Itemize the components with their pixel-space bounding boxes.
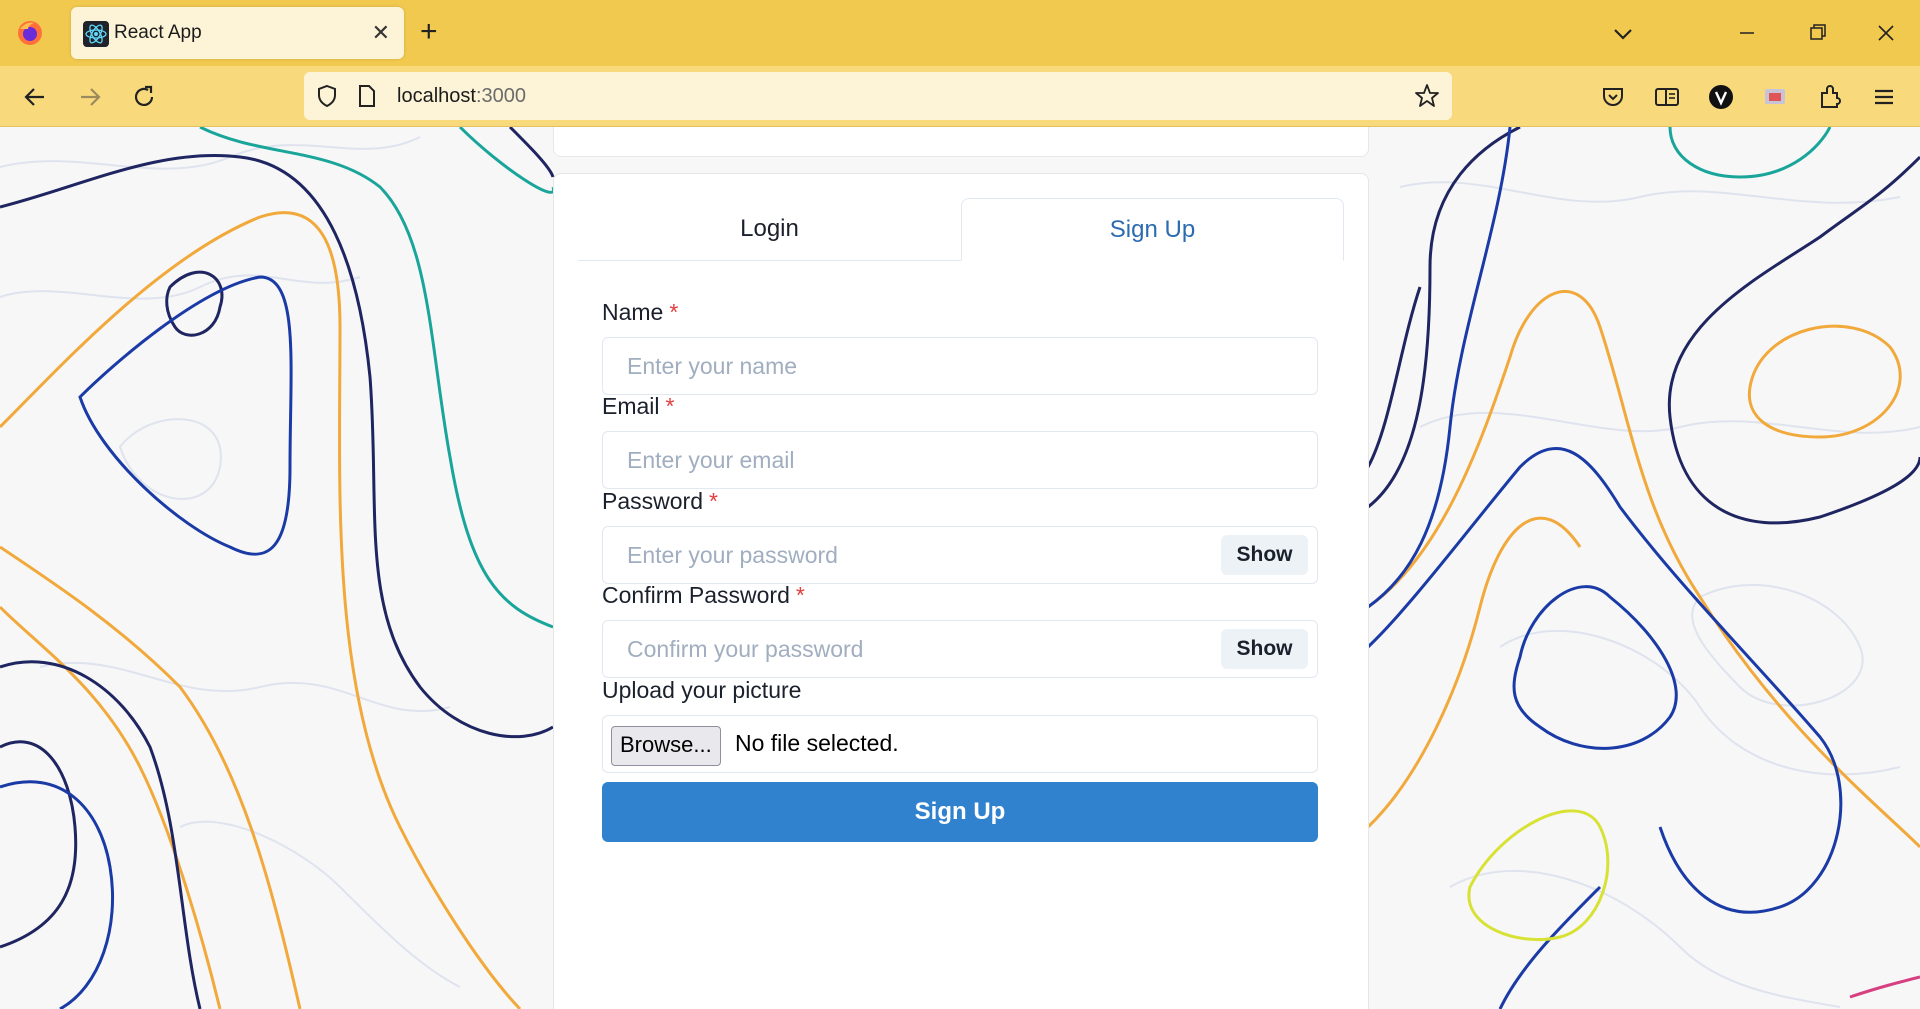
window-close-icon[interactable] (1866, 16, 1906, 50)
react-icon (83, 21, 109, 47)
name-label-text: Name (602, 299, 664, 325)
show-confirm-password-button[interactable]: Show (1221, 629, 1308, 669)
confirm-password-label: Confirm Password * (602, 582, 805, 609)
show-password-button[interactable]: Show (1221, 535, 1308, 575)
tab-login[interactable]: Login (578, 198, 961, 260)
confirm-password-label-text: Confirm Password (602, 582, 790, 608)
firefox-icon[interactable] (16, 19, 44, 47)
password-label: Password * (602, 488, 718, 515)
plus-icon[interactable]: + (420, 17, 438, 47)
name-input[interactable] (602, 337, 1318, 395)
name-label: Name * (602, 299, 678, 326)
auth-card: Login Sign Up Name* Email* Password* Sho… (553, 173, 1369, 1009)
browser-tab[interactable]: React App ✕ (71, 7, 404, 59)
reader-view-icon[interactable] (1654, 84, 1680, 110)
minimize-icon[interactable] (1727, 16, 1767, 50)
email-label-text: Email (602, 393, 660, 419)
url-host: localhost (397, 85, 476, 107)
star-icon[interactable] (1414, 83, 1440, 109)
picture-file-input[interactable]: Browse... No file selected. (602, 715, 1318, 773)
required-mark: * (708, 488, 718, 514)
confirm-password-input[interactable] (602, 620, 1318, 678)
browse-button[interactable]: Browse... (611, 726, 721, 766)
page-viewport: Login Sign Up Name* Email* Password* Sho… (0, 127, 1920, 1009)
reload-icon[interactable] (131, 84, 157, 110)
tab-title: React App (114, 22, 202, 43)
pocket-icon[interactable] (1600, 84, 1626, 110)
required-mark: * (669, 299, 679, 325)
email-label: Email * (602, 393, 674, 420)
extensions-icon[interactable] (1817, 84, 1843, 110)
page-icon[interactable] (356, 84, 378, 108)
password-label-text: Password (602, 488, 703, 514)
signup-submit-button[interactable]: Sign Up (602, 782, 1318, 842)
shield-icon[interactable] (314, 83, 340, 109)
back-arrow-icon[interactable] (22, 84, 48, 110)
chevron-down-icon[interactable] (1609, 20, 1637, 48)
forward-arrow-icon[interactable] (77, 84, 103, 110)
menu-icon[interactable] (1871, 84, 1897, 110)
password-input[interactable] (602, 526, 1318, 584)
cast-icon[interactable] (1762, 84, 1788, 110)
picture-label: Upload your picture (602, 677, 802, 703)
auth-tabs: Login Sign Up (578, 198, 1344, 261)
account-icon[interactable] (1708, 84, 1734, 110)
navigation-toolbar: localhost:3000 (0, 66, 1920, 127)
restore-icon[interactable] (1797, 16, 1837, 50)
close-icon[interactable]: ✕ (372, 20, 390, 46)
url-bar[interactable]: localhost:3000 (304, 72, 1452, 120)
url-port: :3000 (475, 85, 526, 107)
header-card (553, 127, 1369, 157)
required-mark: * (795, 582, 805, 608)
url-text[interactable]: localhost:3000 (397, 85, 526, 108)
file-status: No file selected. (735, 730, 899, 756)
required-mark: * (665, 393, 675, 419)
email-input[interactable] (602, 431, 1318, 489)
browser-tab-bar: React App ✕ + (0, 0, 1920, 66)
tab-signup[interactable]: Sign Up (961, 198, 1344, 261)
